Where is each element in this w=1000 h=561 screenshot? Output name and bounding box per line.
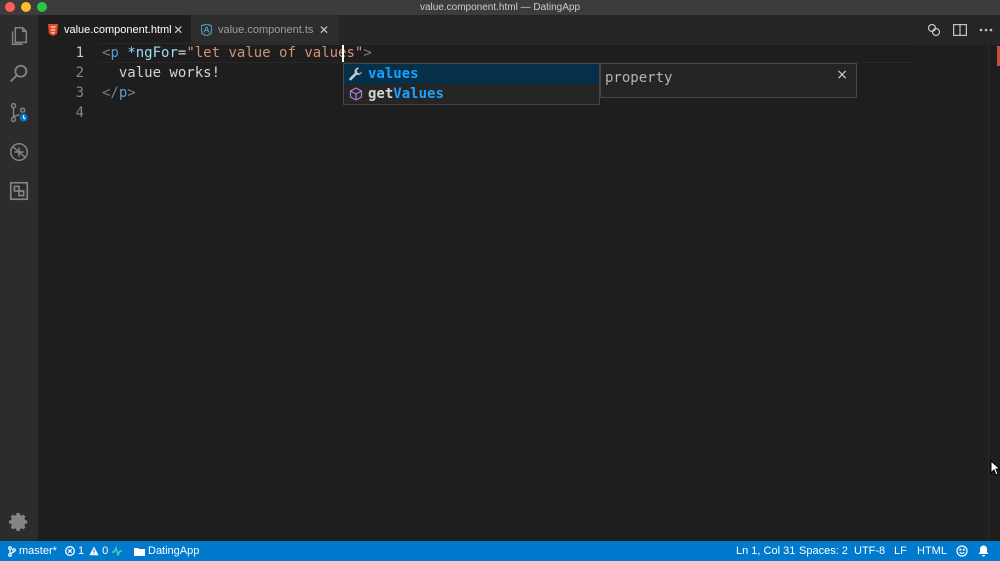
error-icon (65, 546, 75, 556)
split-editor-icon[interactable] (952, 22, 968, 38)
open-changes-icon[interactable] (926, 22, 942, 38)
line-number: 1 (75, 45, 84, 61)
status-bar: master* 1 0 DatingApp Ln 1, Col 31 Space… (0, 541, 1000, 561)
cursor-position-status[interactable]: Ln 1, Col 31 (736, 541, 795, 561)
pulse-icon (112, 546, 122, 556)
code-line-1: <p *ngFor="let value of values"> (102, 43, 372, 63)
language-mode-status[interactable]: HTML (917, 541, 947, 561)
editor-tabs: value.component.html ✕ value.component.t… (38, 15, 1000, 45)
branch-status[interactable]: master* (8, 541, 57, 561)
eol-status[interactable]: LF (894, 541, 907, 561)
editor-actions (926, 15, 994, 45)
warning-count: 0 (102, 545, 109, 557)
window-title: value.component.html — DatingApp (419, 2, 581, 13)
text-cursor (342, 45, 344, 62)
folder-icon (134, 547, 145, 556)
git-branch-icon (8, 545, 16, 557)
suggest-widget: values getValues (343, 63, 600, 105)
tab-value-component-html[interactable]: value.component.html ✕ (38, 15, 191, 45)
notifications-button[interactable] (978, 541, 992, 561)
attribute-value: "let value of values" (186, 45, 364, 61)
tab-value-component-ts[interactable]: value.component.ts ✕ (191, 15, 339, 45)
source-control-icon (10, 102, 29, 123)
extensions-button[interactable] (0, 172, 38, 210)
explorer-button[interactable] (0, 17, 38, 55)
angular-file-icon (201, 24, 212, 36)
method-cube-icon (347, 85, 365, 103)
manage-button[interactable] (0, 503, 38, 541)
line-number: 2 (75, 65, 84, 81)
suggestion-match: values (368, 66, 419, 82)
tab-close-button[interactable]: ✕ (172, 23, 185, 37)
feedback-button[interactable] (956, 541, 971, 561)
close-icon[interactable]: × (836, 67, 848, 83)
indentation-status[interactable]: Spaces: 2 (799, 541, 848, 561)
tab-close-button[interactable]: ✕ (315, 23, 333, 37)
tab-label: value.component.html (64, 24, 172, 36)
code-line-2: value works! (102, 65, 221, 81)
code-line-3: </p> (102, 83, 136, 103)
html-file-icon (48, 24, 58, 36)
error-count: 1 (78, 545, 85, 557)
gear-icon (8, 512, 28, 532)
source-control-button[interactable] (0, 94, 38, 132)
workspace-name: DatingApp (148, 545, 200, 557)
problems-status[interactable]: 1 0 (65, 541, 108, 561)
live-share-status[interactable] (112, 541, 125, 561)
tag-close: > (363, 45, 372, 61)
search-button[interactable] (0, 55, 38, 93)
debug-button[interactable] (0, 133, 38, 171)
suggest-details: property × (600, 63, 857, 98)
line-number: 4 (75, 105, 84, 121)
suggestion-item[interactable]: getValues (344, 84, 599, 104)
tag-open: </ (102, 85, 119, 101)
code-editor[interactable]: 1 2 3 4 <p *ngFor="let value of values">… (38, 43, 1000, 541)
suggestion-label: values (368, 66, 419, 82)
workspace-status[interactable]: DatingApp (134, 541, 199, 561)
suggest-details-text: property (605, 70, 673, 86)
suggestion-match: Values (393, 86, 444, 102)
mouse-pointer-icon (990, 460, 1000, 476)
tag-close: > (127, 85, 136, 101)
encoding-status[interactable]: UTF-8 (854, 541, 885, 561)
debug-icon (10, 143, 28, 161)
more-actions-icon[interactable] (978, 22, 994, 38)
suggestion-item[interactable]: values (344, 64, 599, 84)
warning-icon (89, 546, 99, 556)
activity-bar (0, 15, 38, 541)
tag-name: p (110, 45, 119, 61)
bell-icon (978, 545, 989, 557)
line-number: 3 (75, 85, 84, 101)
search-icon (10, 64, 28, 82)
suggestion-label: getValues (368, 86, 444, 102)
title-bar: value.component.html — DatingApp (0, 0, 1000, 15)
wrench-icon (347, 65, 365, 83)
branch-name: master* (19, 545, 57, 557)
extensions-icon (9, 181, 29, 201)
files-icon (11, 27, 28, 45)
attribute-name: *ngFor (127, 45, 178, 61)
tab-label: value.component.ts (218, 24, 314, 36)
smiley-icon (956, 545, 968, 557)
